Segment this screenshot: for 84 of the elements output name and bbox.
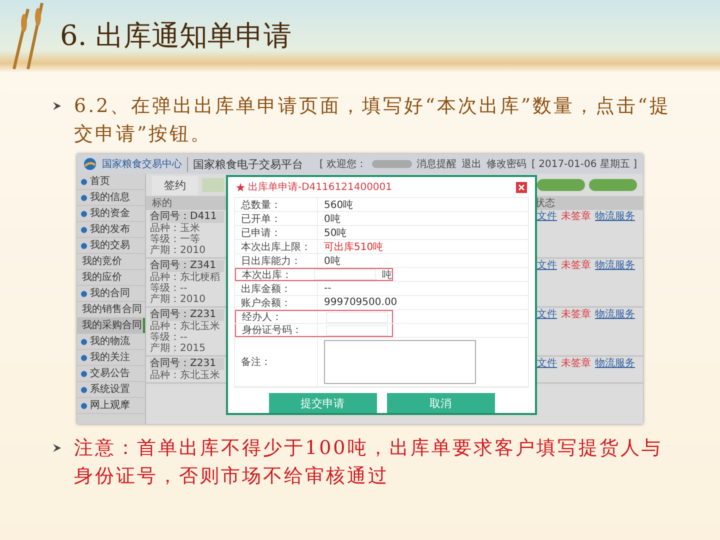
input-field[interactable]: [326, 324, 388, 336]
platform-name: 国家粮食电子交易平台: [187, 156, 303, 172]
field-value: 999709500.00: [324, 297, 398, 308]
sidebar-subitem[interactable]: 我的采购合同: [77, 318, 145, 334]
field-label: 出库金额：: [241, 282, 291, 296]
remarks-field[interactable]: [324, 340, 476, 384]
status-text[interactable]: 文件: [537, 309, 557, 321]
contract-detail: 等级：--: [150, 332, 188, 343]
sidebar-item[interactable]: 网上观摩: [77, 398, 145, 414]
field-label: 身份证号码：: [242, 324, 302, 337]
field-label: 账户余额：: [241, 296, 291, 310]
contract-number: 合同号：D411: [150, 211, 224, 223]
bullet-text: 6.2、在弹出出库单申请页面，填写好“本次出库”数量，点击“提交申请”按钮。: [74, 94, 672, 147]
contract-number: 合同号：Z231: [150, 358, 224, 370]
status-text: 未签章: [561, 358, 591, 370]
close-icon[interactable]: [516, 182, 527, 192]
blurred-username: [372, 160, 412, 168]
contract-detail: 品种：东北玉米: [150, 370, 221, 381]
contract-detail: 等级：--: [150, 283, 188, 294]
date-text: [ 2017-01-06 星期五 ]: [532, 158, 637, 171]
status-text[interactable]: 文件: [537, 211, 557, 223]
column-header: 标的: [151, 196, 173, 210]
input-field[interactable]: [326, 312, 388, 322]
sidebar-item[interactable]: 首页: [77, 174, 145, 190]
status-text: 未签章: [561, 309, 591, 321]
contract-detail: 等级：一等: [150, 234, 201, 245]
sidebar-item[interactable]: 我的合同: [77, 286, 145, 302]
status-text: 未签章: [561, 211, 591, 223]
header-link[interactable]: 退出: [462, 157, 482, 171]
sidebar-item[interactable]: 我的信息: [77, 190, 145, 206]
field-label: 经办人：: [242, 310, 282, 324]
contract-number: 合同号：Z341: [150, 260, 224, 272]
star-icon: [236, 182, 245, 192]
unit-text: 吨: [382, 268, 392, 282]
header-link[interactable]: 修改密码: [486, 157, 527, 171]
contract-detail: 产期：2010: [150, 294, 206, 305]
sidebar-item[interactable]: 交易公告: [77, 366, 145, 382]
field-value: --: [324, 283, 332, 294]
filter-button[interactable]: [589, 179, 637, 191]
status-text: 未签章: [561, 260, 591, 272]
status-text[interactable]: 物流服务: [595, 358, 635, 370]
sidebar-item[interactable]: 我的关注: [77, 350, 145, 366]
field-label: 日出库能力：: [241, 254, 301, 268]
slide-title: 6. 出库通知单申请: [60, 18, 292, 54]
sidebar-subitem[interactable]: 我的竞价: [77, 254, 145, 270]
status-text[interactable]: 文件: [537, 260, 557, 272]
sidebar-item[interactable]: 我的物流: [77, 334, 145, 350]
sidebar-item[interactable]: 我的资金: [77, 206, 145, 222]
status-text[interactable]: 文件: [537, 358, 557, 370]
status-text[interactable]: 物流服务: [595, 260, 635, 272]
tab[interactable]: 签约: [152, 176, 198, 194]
contract-detail: 品种：玉米: [150, 223, 201, 234]
sidebar-item[interactable]: 系统设置: [77, 382, 145, 398]
sidebar-item[interactable]: 我的交易: [77, 238, 145, 254]
contract-detail: 品种：东北玉米: [150, 321, 221, 332]
status-text[interactable]: 物流服务: [595, 309, 635, 321]
welcome-text: [ 欢迎您：: [319, 158, 367, 171]
field-value: 50吨: [324, 226, 347, 240]
contract-detail: 品种：东北粳稻: [150, 272, 221, 283]
contract-detail: 产期：2015: [150, 343, 206, 354]
field-label: 总数量：: [241, 198, 281, 212]
field-label: 本次出库：: [242, 268, 292, 282]
sidebar-subitem[interactable]: 我的应价: [77, 270, 145, 286]
field-label: 已申请：: [241, 226, 281, 240]
field-value: 0吨: [324, 254, 340, 268]
bullet-arrow-icon: [52, 443, 62, 453]
bullet-arrow-icon: [52, 101, 62, 111]
filter-button[interactable]: [537, 179, 585, 191]
dialog-title: 出库单申请-D4116121400001: [248, 180, 392, 194]
bullet-text: 注意：首单出库不得少于100吨，出库单要求客户填写提货人与身份证号，否则市场不给审核通过: [74, 436, 664, 489]
header-link[interactable]: 消息提醒: [416, 157, 457, 171]
contract-detail: 产期：2010: [150, 245, 206, 256]
field-label: 本次出库上限：: [241, 240, 311, 254]
field-value: 0吨: [324, 212, 340, 226]
field-value: 560吨: [324, 198, 354, 212]
input-field[interactable]: [314, 269, 376, 280]
org-name: 国家粮食交易中心: [102, 158, 182, 171]
globe-logo-icon: [83, 157, 97, 171]
field-label: 备注：: [241, 356, 271, 369]
field-label: 已开单：: [241, 212, 281, 226]
field-value: 可出库510吨: [324, 240, 384, 254]
status-text[interactable]: 物流服务: [595, 211, 635, 223]
sidebar-item[interactable]: 我的发布: [77, 222, 145, 238]
contract-number: 合同号：Z231: [150, 309, 224, 321]
